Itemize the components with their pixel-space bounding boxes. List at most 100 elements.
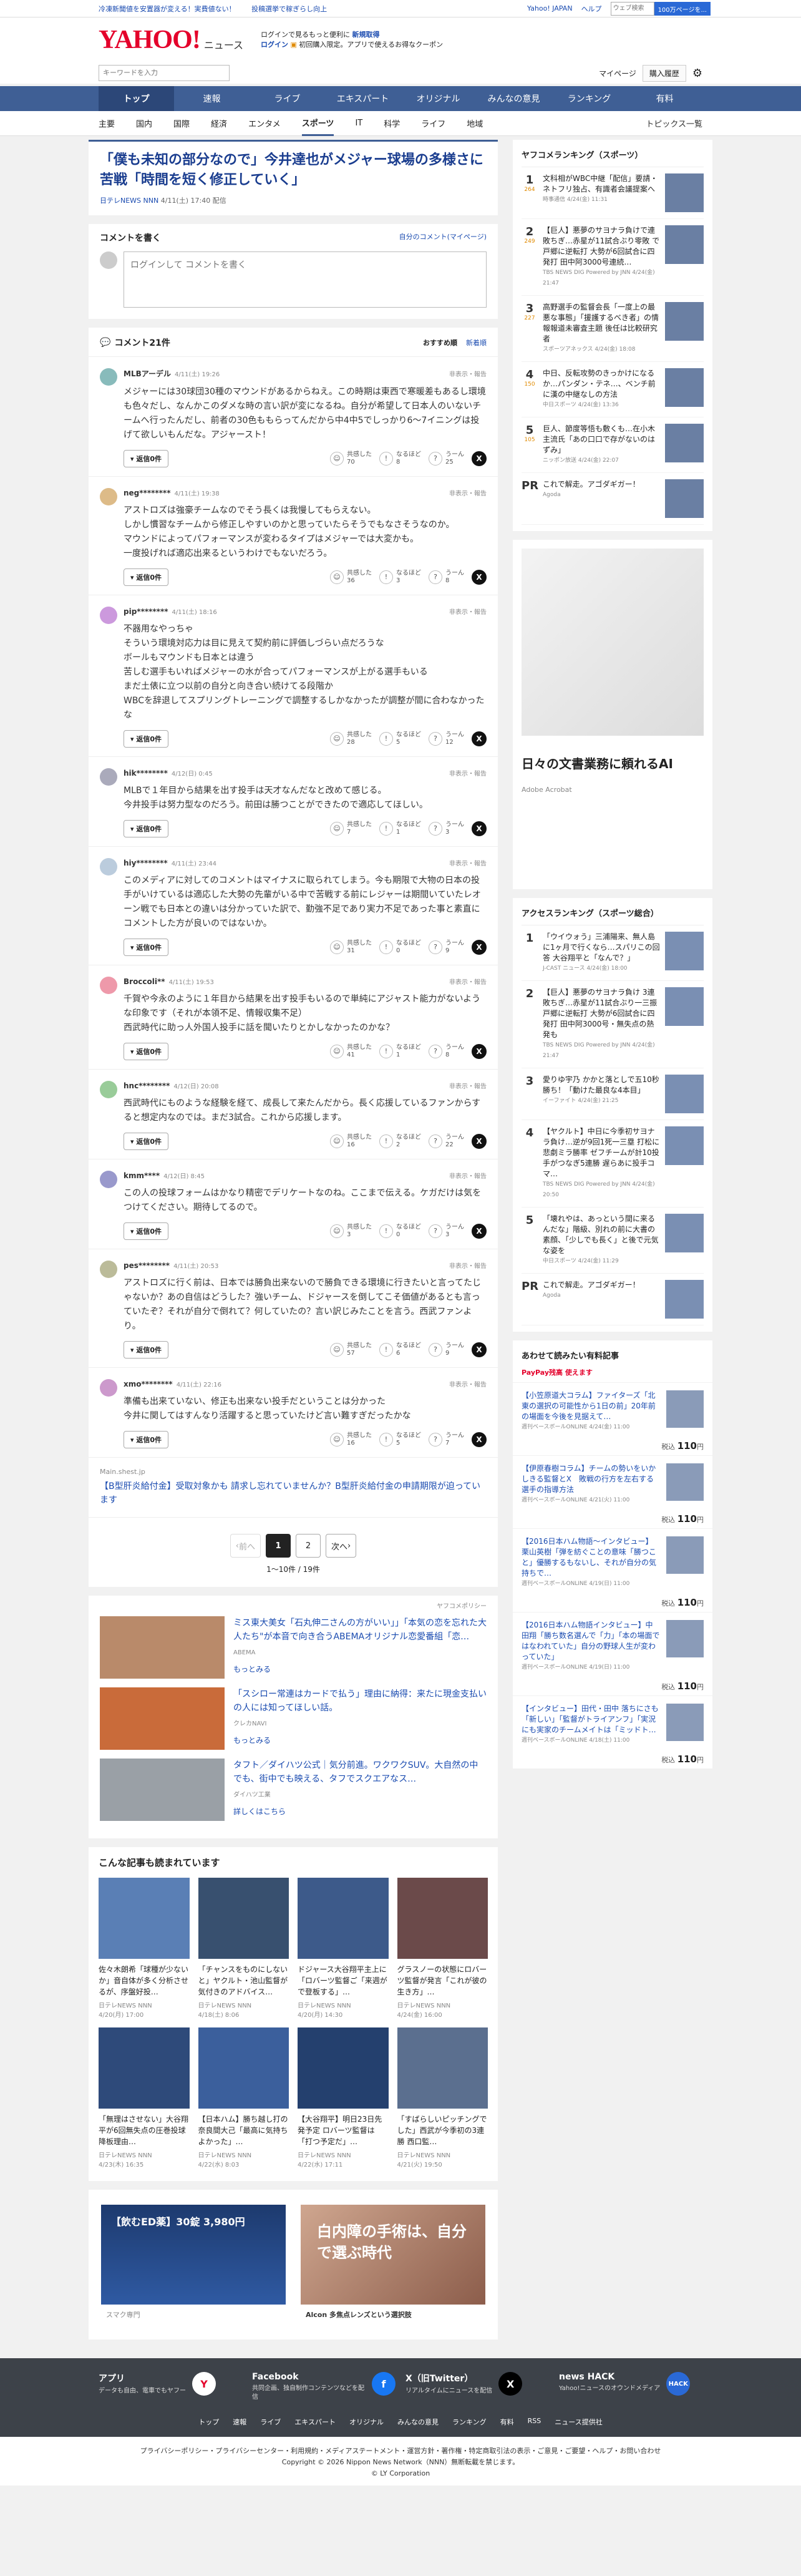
- promo-signup[interactable]: 新規取得: [352, 31, 380, 39]
- hmm-button[interactable]: ? うーん 8: [429, 1044, 464, 1059]
- related-headline[interactable]: グラスノーの状態にロバーツ監督が発言「これが彼の生き方」…: [397, 1964, 488, 1998]
- next-page-button[interactable]: 次へ ›: [326, 1534, 357, 1558]
- x-share-icon[interactable]: X: [472, 731, 487, 746]
- related-headline[interactable]: ドジャース大谷翔平主上に「ロバーツ監督ご「来週がで登板する」…: [298, 1964, 389, 1998]
- comment-user[interactable]: Broccoli**: [124, 977, 165, 986]
- nav-live[interactable]: ライブ: [250, 86, 325, 111]
- report-link[interactable]: 非表示・報告: [449, 1081, 487, 1090]
- comment-user[interactable]: MLBアーデル: [124, 368, 171, 379]
- side-ad[interactable]: 日々の文書業務に頼れるAI Adobe Acrobat: [513, 540, 712, 889]
- empathy-button[interactable]: ☺ 共感した 36: [330, 570, 372, 585]
- paid-headline[interactable]: 【2016日本ハム物語インタビュー】中田翔「勝ち数名選んで「力」「本の場面ではな…: [522, 1621, 659, 1661]
- hmm-button[interactable]: ? うーん 7: [429, 1432, 464, 1447]
- ranking-item[interactable]: 5 105 巨人、節度等悟も敷くも…在小木主流氏「あの口口で存がないのはずみ」 ニッポ…: [522, 417, 704, 473]
- comment-user[interactable]: hnc********: [124, 1081, 170, 1090]
- sponsored-title[interactable]: タフト／ダイハツ公式｜気分前進。ワクワクSUV。大自然の中でも、街中でも映える、…: [233, 1760, 478, 1784]
- nav-paid[interactable]: 有料: [627, 86, 702, 111]
- insight-button[interactable]: ! なるほど 5: [379, 731, 421, 746]
- related-item[interactable]: 「すばらしいピッチングでした」西武が今季初の3連勝 西口監… 日テレNEWS NN…: [397, 2027, 488, 2169]
- nav-expert[interactable]: エキスパート: [325, 86, 400, 111]
- comment-user[interactable]: pes********: [124, 1261, 170, 1270]
- hmm-button[interactable]: ? うーん 12: [429, 731, 464, 746]
- insight-button[interactable]: ! なるほど 5: [379, 1432, 421, 1447]
- comment-policy-link[interactable]: ヤフコメポリシー: [100, 1601, 487, 1610]
- footer-nav-item[interactable]: ニュース提供社: [555, 2417, 602, 2427]
- ranking-headline[interactable]: 巨人、節度等悟も敷くも…在小木主流氏「あの口口で存がないのはずみ」: [543, 424, 660, 456]
- header-promo[interactable]: ログインで見るもっと便利に 新規取得 ログイン ▣ 初回購入限定。アプリで使える…: [261, 30, 443, 50]
- cat-economy[interactable]: 経済: [211, 111, 227, 136]
- cat-world[interactable]: 国際: [173, 111, 190, 136]
- reply-button[interactable]: ▾ 返信0件: [124, 1341, 169, 1359]
- footer-nav-item[interactable]: 速報: [233, 2417, 246, 2427]
- comment-input[interactable]: [124, 251, 487, 308]
- related-headline[interactable]: 「チャンスをものにしないと」ヤクルト・池山監督が気付きのアドバイス…: [198, 1964, 289, 1998]
- ranking-headline[interactable]: 【巨人】悪夢のサヨナラ負けで連敗ちぎ…赤星が11試合ぶり零敗 で戸郷に逆転打 大…: [543, 225, 660, 268]
- hmm-button[interactable]: ? うーん 25: [429, 451, 464, 466]
- paid-headline[interactable]: 【伊原春樹コラム】チームの勢いをいかしきる監督とX 敗戦の行方を左右する選手の指…: [522, 1464, 656, 1494]
- topics-list-link[interactable]: トピックス一覧: [646, 111, 702, 136]
- report-link[interactable]: 非表示・報告: [449, 1379, 487, 1388]
- hmm-button[interactable]: ? うーん 9: [429, 940, 464, 955]
- x-share-icon[interactable]: X: [472, 1432, 487, 1447]
- ranking-item[interactable]: 2 249 【巨人】悪夢のサヨナラ負けで連敗ちぎ…赤星が11試合ぶり零敗 で戸郷に逆…: [522, 219, 704, 296]
- access-headline[interactable]: 【ヤクルト】中日に今季初サヨナラ負け…逆が9回1死一三塁 打松に悲劇ミラ勝率 ゼ…: [543, 1126, 660, 1179]
- empathy-button[interactable]: ☺ 共感した 16: [330, 1432, 372, 1447]
- keyword-search-input[interactable]: [99, 65, 230, 81]
- insight-button[interactable]: ! なるほど 1: [379, 1044, 421, 1059]
- yahoo-logo[interactable]: YAHOO!: [99, 27, 201, 53]
- footer-x[interactable]: X（旧Twitter） リアルタイムにニュースを配信 X: [405, 2372, 549, 2402]
- comment-user[interactable]: hik********: [124, 769, 168, 778]
- insight-button[interactable]: ! なるほど 1: [379, 821, 421, 836]
- footer-policy-links[interactable]: プライバシーポリシー・プライバシーセンター・利用規約・メディアステートメント・運…: [0, 2446, 801, 2457]
- paid-headline[interactable]: 【インタビュー】田代・田中 落ちにさも「新しい」「監督がトライアンフ」「実況にも…: [522, 1704, 659, 1734]
- sponsored-item[interactable]: タフト／ダイハツ公式｜気分前進。ワクワクSUV。大自然の中でも、街中でも映える、…: [100, 1759, 487, 1821]
- report-link[interactable]: 非表示・報告: [449, 488, 487, 497]
- cat-sports[interactable]: スポーツ: [301, 111, 334, 136]
- footer-facebook[interactable]: Facebook 共同企画、独自制作コンテンツなどを配信 f: [252, 2372, 396, 2402]
- access-ranking-item[interactable]: 2 【巨人】悪夢のサヨナラ負け 3連敗ちぎ…赤星が11試合ぶり一三振 戸郷に逆転打…: [522, 981, 704, 1068]
- reply-button[interactable]: ▾ 返信0件: [124, 1133, 169, 1150]
- x-share-icon[interactable]: X: [472, 1224, 487, 1239]
- page-2-button[interactable]: 2: [296, 1534, 321, 1558]
- report-link[interactable]: 非表示・報告: [449, 1261, 487, 1270]
- footer-nav-item[interactable]: 有料: [500, 2417, 514, 2427]
- cat-entertainment[interactable]: エンタメ: [248, 111, 281, 136]
- ranking-item[interactable]: 1 264 文科相がWBC中継「配信」要請・ネトフリ独占、有識者会議提案へ 時事通信 …: [522, 167, 704, 219]
- article-source[interactable]: 日テレNEWS NNN: [100, 197, 158, 205]
- empathy-button[interactable]: ☺ 共感した 70: [330, 451, 372, 466]
- x-share-icon[interactable]: X: [472, 570, 487, 585]
- access-ranking-item[interactable]: PR これで解走。アゴダギガー！ Agoda: [522, 1274, 704, 1325]
- related-item[interactable]: 「無理はさせない」大谷翔平が6回無失点の圧巻投球 降板理由… 日テレNEWS NN…: [99, 2027, 190, 2169]
- hmm-button[interactable]: ? うーん 9: [429, 1342, 464, 1357]
- bottom-ad-1[interactable]: 【飲むED薬】30錠 3,980円 スマク専門: [101, 2205, 286, 2325]
- ranking-headline[interactable]: 文科相がWBC中継「配信」要請・ネトフリ独占、有識者会議提案へ: [543, 173, 660, 195]
- related-item[interactable]: ドジャース大谷翔平主上に「ロバーツ監督ご「来週がで登板する」… 日テレNEWS N…: [298, 1878, 389, 2019]
- gear-icon[interactable]: ⚙: [692, 67, 702, 80]
- report-link[interactable]: 非表示・報告: [449, 369, 487, 378]
- hmm-button[interactable]: ? うーん 3: [429, 1224, 464, 1239]
- promo-login[interactable]: ログイン: [261, 41, 288, 49]
- ranking-item[interactable]: 4 150 中日、反転攻勢のきっかけになるか…パンダン・テネ…、ベンチ前に漢の中継な…: [522, 362, 704, 417]
- web-search-input[interactable]: [610, 1, 654, 16]
- bottom-ad-2[interactable]: 白内障の手術は、自分で選ぶ時代 Alcon 多焦点レンズという選択肢: [301, 2205, 485, 2325]
- nav-breaking[interactable]: 速報: [174, 86, 250, 111]
- access-ranking-item[interactable]: 3 愛りゆ宇乃 かかと落としで五10秒勝ち！「動けた最良な4本目」 イーファイト 4…: [522, 1068, 704, 1120]
- access-headline[interactable]: 愛りゆ宇乃 かかと落としで五10秒勝ち！「動けた最良な4本目」: [543, 1075, 660, 1096]
- cat-domestic[interactable]: 国内: [136, 111, 152, 136]
- reply-button[interactable]: ▾ 返信0件: [124, 1043, 169, 1060]
- sponsored-title[interactable]: 「スシロー常連はカードで払う」理由に納得：来たに現金支払いの人には知ってほしい話…: [233, 1689, 487, 1713]
- related-item[interactable]: 佐々木朗希「球種が少ないか」音自体が多く分析させるが、序盤好投… 日テレNEWS …: [99, 1878, 190, 2019]
- paid-item[interactable]: 【伊原春樹コラム】チームの勢いをいかしきる監督とX 敗戦の行方を左右する選手の指…: [513, 1455, 712, 1528]
- related-headline[interactable]: 「無理はさせない」大谷翔平が6回無失点の圧巻投球 降板理由…: [99, 2114, 190, 2147]
- nav-opinion[interactable]: みんなの意見: [476, 86, 551, 111]
- insight-button[interactable]: ! なるほど 8: [379, 451, 421, 466]
- related-item[interactable]: 【大谷翔平】明日23日先発予定 ロバーツ監督は「打つ予定だ」… 日テレNEWS N…: [298, 2027, 389, 2169]
- hmm-button[interactable]: ? うーん 8: [429, 570, 464, 585]
- access-headline[interactable]: 「壊れやは、あっという間に来るんだな」階級、別れの前に大書の素顔、「少しでも長く…: [543, 1214, 660, 1256]
- paid-headline[interactable]: 【小笠原道大コラム】ファイターズ「北東の選択の可能性から1日の前」20年前の場面…: [522, 1391, 656, 1421]
- report-link[interactable]: 非表示・報告: [449, 1171, 487, 1180]
- footer-nav-item[interactable]: ランキング: [452, 2417, 487, 2427]
- help-link[interactable]: ヘルプ: [581, 4, 602, 14]
- paid-headline[interactable]: 【2016日本ハム物語〜インタビュー】栗山英樹「弾を紡ぐことの意味「勝つこと」優…: [522, 1537, 656, 1578]
- related-item[interactable]: グラスノーの状態にロバーツ監督が発言「これが彼の生き方」… 日テレNEWS NNN…: [397, 1878, 488, 2019]
